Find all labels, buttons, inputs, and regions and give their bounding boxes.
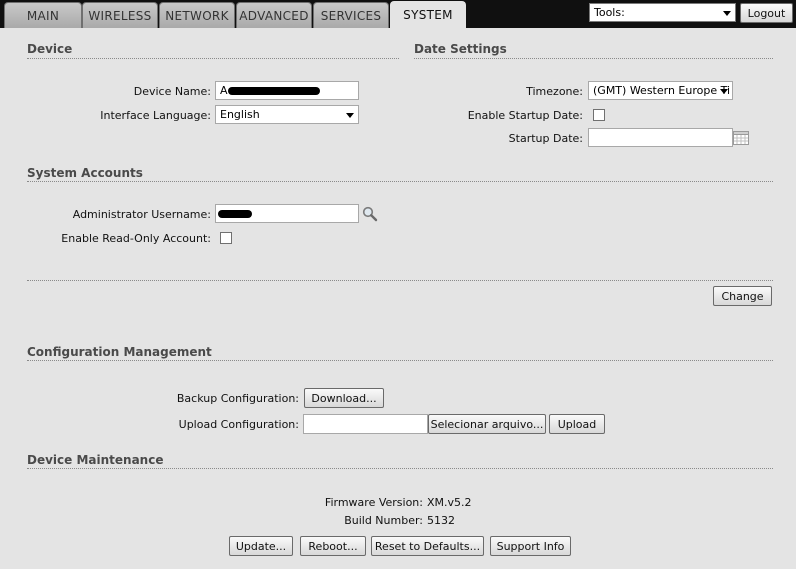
maintenance-divider <box>27 468 773 469</box>
tab-advanced[interactable]: ADVANCED <box>236 2 312 28</box>
change-button[interactable]: Change <box>713 286 772 306</box>
tab-network[interactable]: NETWORK <box>159 2 235 28</box>
chevron-down-icon <box>346 113 354 118</box>
timezone-label: Timezone: <box>526 85 583 98</box>
build-number-label: Build Number: <box>344 514 423 527</box>
backup-configuration-label: Backup Configuration: <box>176 392 299 405</box>
upload-button[interactable]: Upload <box>549 414 605 434</box>
system-accounts-title: System Accounts <box>27 166 143 180</box>
tab-wireless[interactable]: WIRELESS <box>82 2 158 28</box>
tab-main[interactable]: MAIN <box>4 2 82 28</box>
reset-to-defaults-button[interactable]: Reset to Defaults... <box>371 536 484 556</box>
logout-button[interactable]: Logout <box>740 3 793 23</box>
enable-startup-date-label: Enable Startup Date: <box>467 109 583 122</box>
download-button[interactable]: Download... <box>304 388 384 408</box>
readonly-account-checkbox[interactable] <box>220 232 232 244</box>
device-name-input[interactable]: A <box>215 81 359 100</box>
update-button[interactable]: Update... <box>229 536 293 556</box>
top-nav-bar: MAIN WIRELESS NETWORK ADVANCED SERVICES … <box>0 0 796 28</box>
configuration-divider <box>27 360 773 361</box>
device-name-value: A <box>220 84 228 97</box>
tab-services[interactable]: SERVICES <box>313 2 389 28</box>
interface-language-select[interactable]: English <box>215 105 359 124</box>
support-info-button[interactable]: Support Info <box>490 536 571 556</box>
startup-date-label: Startup Date: <box>508 132 583 145</box>
readonly-account-label: Enable Read-Only Account: <box>61 232 211 245</box>
enable-startup-date-checkbox[interactable] <box>593 109 605 121</box>
timezone-value: (GMT) Western Europe Ti <box>593 84 731 97</box>
admin-username-input[interactable] <box>215 204 359 223</box>
interface-language-value: English <box>220 108 260 121</box>
device-section-title: Device <box>27 42 73 56</box>
tools-select-value: Tools: <box>594 6 625 19</box>
startup-date-input[interactable] <box>588 128 733 147</box>
system-accounts-divider <box>27 181 773 182</box>
configuration-management-title: Configuration Management <box>27 345 212 359</box>
upload-file-path-input[interactable] <box>303 414 428 434</box>
date-settings-divider <box>414 58 773 59</box>
reboot-button[interactable]: Reboot... <box>300 536 366 556</box>
firmware-version-label: Firmware Version: <box>324 496 423 509</box>
build-number-value: 5132 <box>427 514 455 527</box>
device-maintenance-title: Device Maintenance <box>27 453 164 467</box>
choose-file-button[interactable]: Selecionar arquivo... <box>428 414 546 434</box>
date-settings-title: Date Settings <box>414 42 507 56</box>
device-name-label: Device Name: <box>133 85 211 98</box>
timezone-select[interactable]: (GMT) Western Europe Ti <box>588 81 733 100</box>
chevron-down-icon <box>720 89 728 94</box>
redaction-mark <box>228 87 320 95</box>
device-divider <box>27 58 399 59</box>
chevron-down-icon <box>723 11 731 16</box>
calendar-icon[interactable] <box>733 131 749 145</box>
tab-system[interactable]: SYSTEM <box>390 1 466 28</box>
system-panel: Device Device Name: A Interface Language… <box>7 28 791 564</box>
upload-configuration-label: Upload Configuration: <box>178 418 299 431</box>
firmware-version-value: XM.v5.2 <box>427 496 472 509</box>
magnifier-icon[interactable] <box>362 206 378 222</box>
interface-language-label: Interface Language: <box>100 109 211 122</box>
redaction-mark <box>218 210 252 218</box>
accounts-bottom-divider <box>27 280 773 281</box>
admin-username-label: Administrator Username: <box>72 208 211 221</box>
tools-select[interactable]: Tools: <box>589 3 736 22</box>
